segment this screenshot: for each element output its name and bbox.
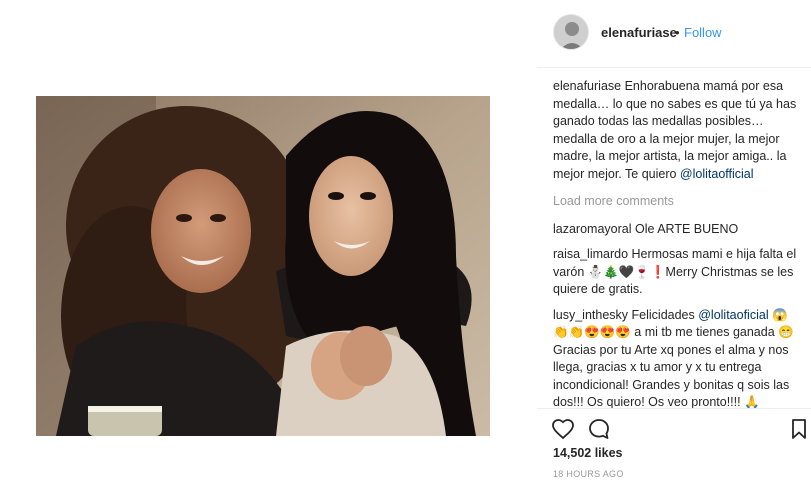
comment-username[interactable]: lazaromayoral [553, 222, 632, 236]
caption: elenafuriase Enhorabuena mamá por esa me… [553, 78, 803, 183]
heart-icon[interactable] [551, 417, 575, 441]
comment-text-continued: 😱👏👏😍😍😍 a mi tb me tienes ganada 😁 Gracia… [553, 307, 794, 409]
likes-count[interactable]: 14,502 likes [553, 446, 623, 460]
follow-button[interactable]: Follow [684, 25, 722, 40]
comment-icon[interactable] [587, 417, 611, 441]
post-sidebar: elenafuriase • Follow elenafuriase Enhor… [537, 0, 811, 486]
bookmark-icon[interactable] [787, 417, 811, 441]
header-separator: • [675, 25, 680, 40]
comment-username[interactable]: lusy_inthesky [553, 308, 628, 322]
post-photo-image [36, 96, 490, 436]
comment-item: lusy_inthesky Felicidades @lolitaoficial… [553, 307, 803, 409]
comment-text: Ole ARTE BUENO [631, 221, 739, 236]
comment-item: raisa_limardo Hermosas mami e hija falta… [553, 246, 803, 299]
post-header: elenafuriase • Follow [537, 0, 811, 68]
caption-mention[interactable]: @lolitaofficial [680, 167, 754, 181]
post-actions-bar [537, 408, 811, 448]
comment-item: lazaromayoral Ole ARTE BUENO [553, 221, 803, 239]
caption-username[interactable]: elenafuriase [553, 79, 621, 93]
header-username[interactable]: elenafuriase [601, 25, 677, 40]
comments-list[interactable]: elenafuriase Enhorabuena mamá por esa me… [553, 78, 803, 408]
comment-username[interactable]: raisa_limardo [553, 247, 628, 261]
load-more-comments-button[interactable]: Load more comments [553, 193, 803, 211]
comment-mention[interactable]: @lolitaoficial [698, 308, 768, 322]
post-media-pane [0, 0, 537, 486]
post-timestamp[interactable]: 18 HOURS AGO [553, 469, 624, 479]
post-photo[interactable] [36, 96, 490, 436]
avatar[interactable] [553, 14, 589, 50]
caption-text: Enhorabuena mamá por esa medalla… lo que… [553, 79, 797, 181]
comment-text: Felicidades [628, 307, 699, 322]
